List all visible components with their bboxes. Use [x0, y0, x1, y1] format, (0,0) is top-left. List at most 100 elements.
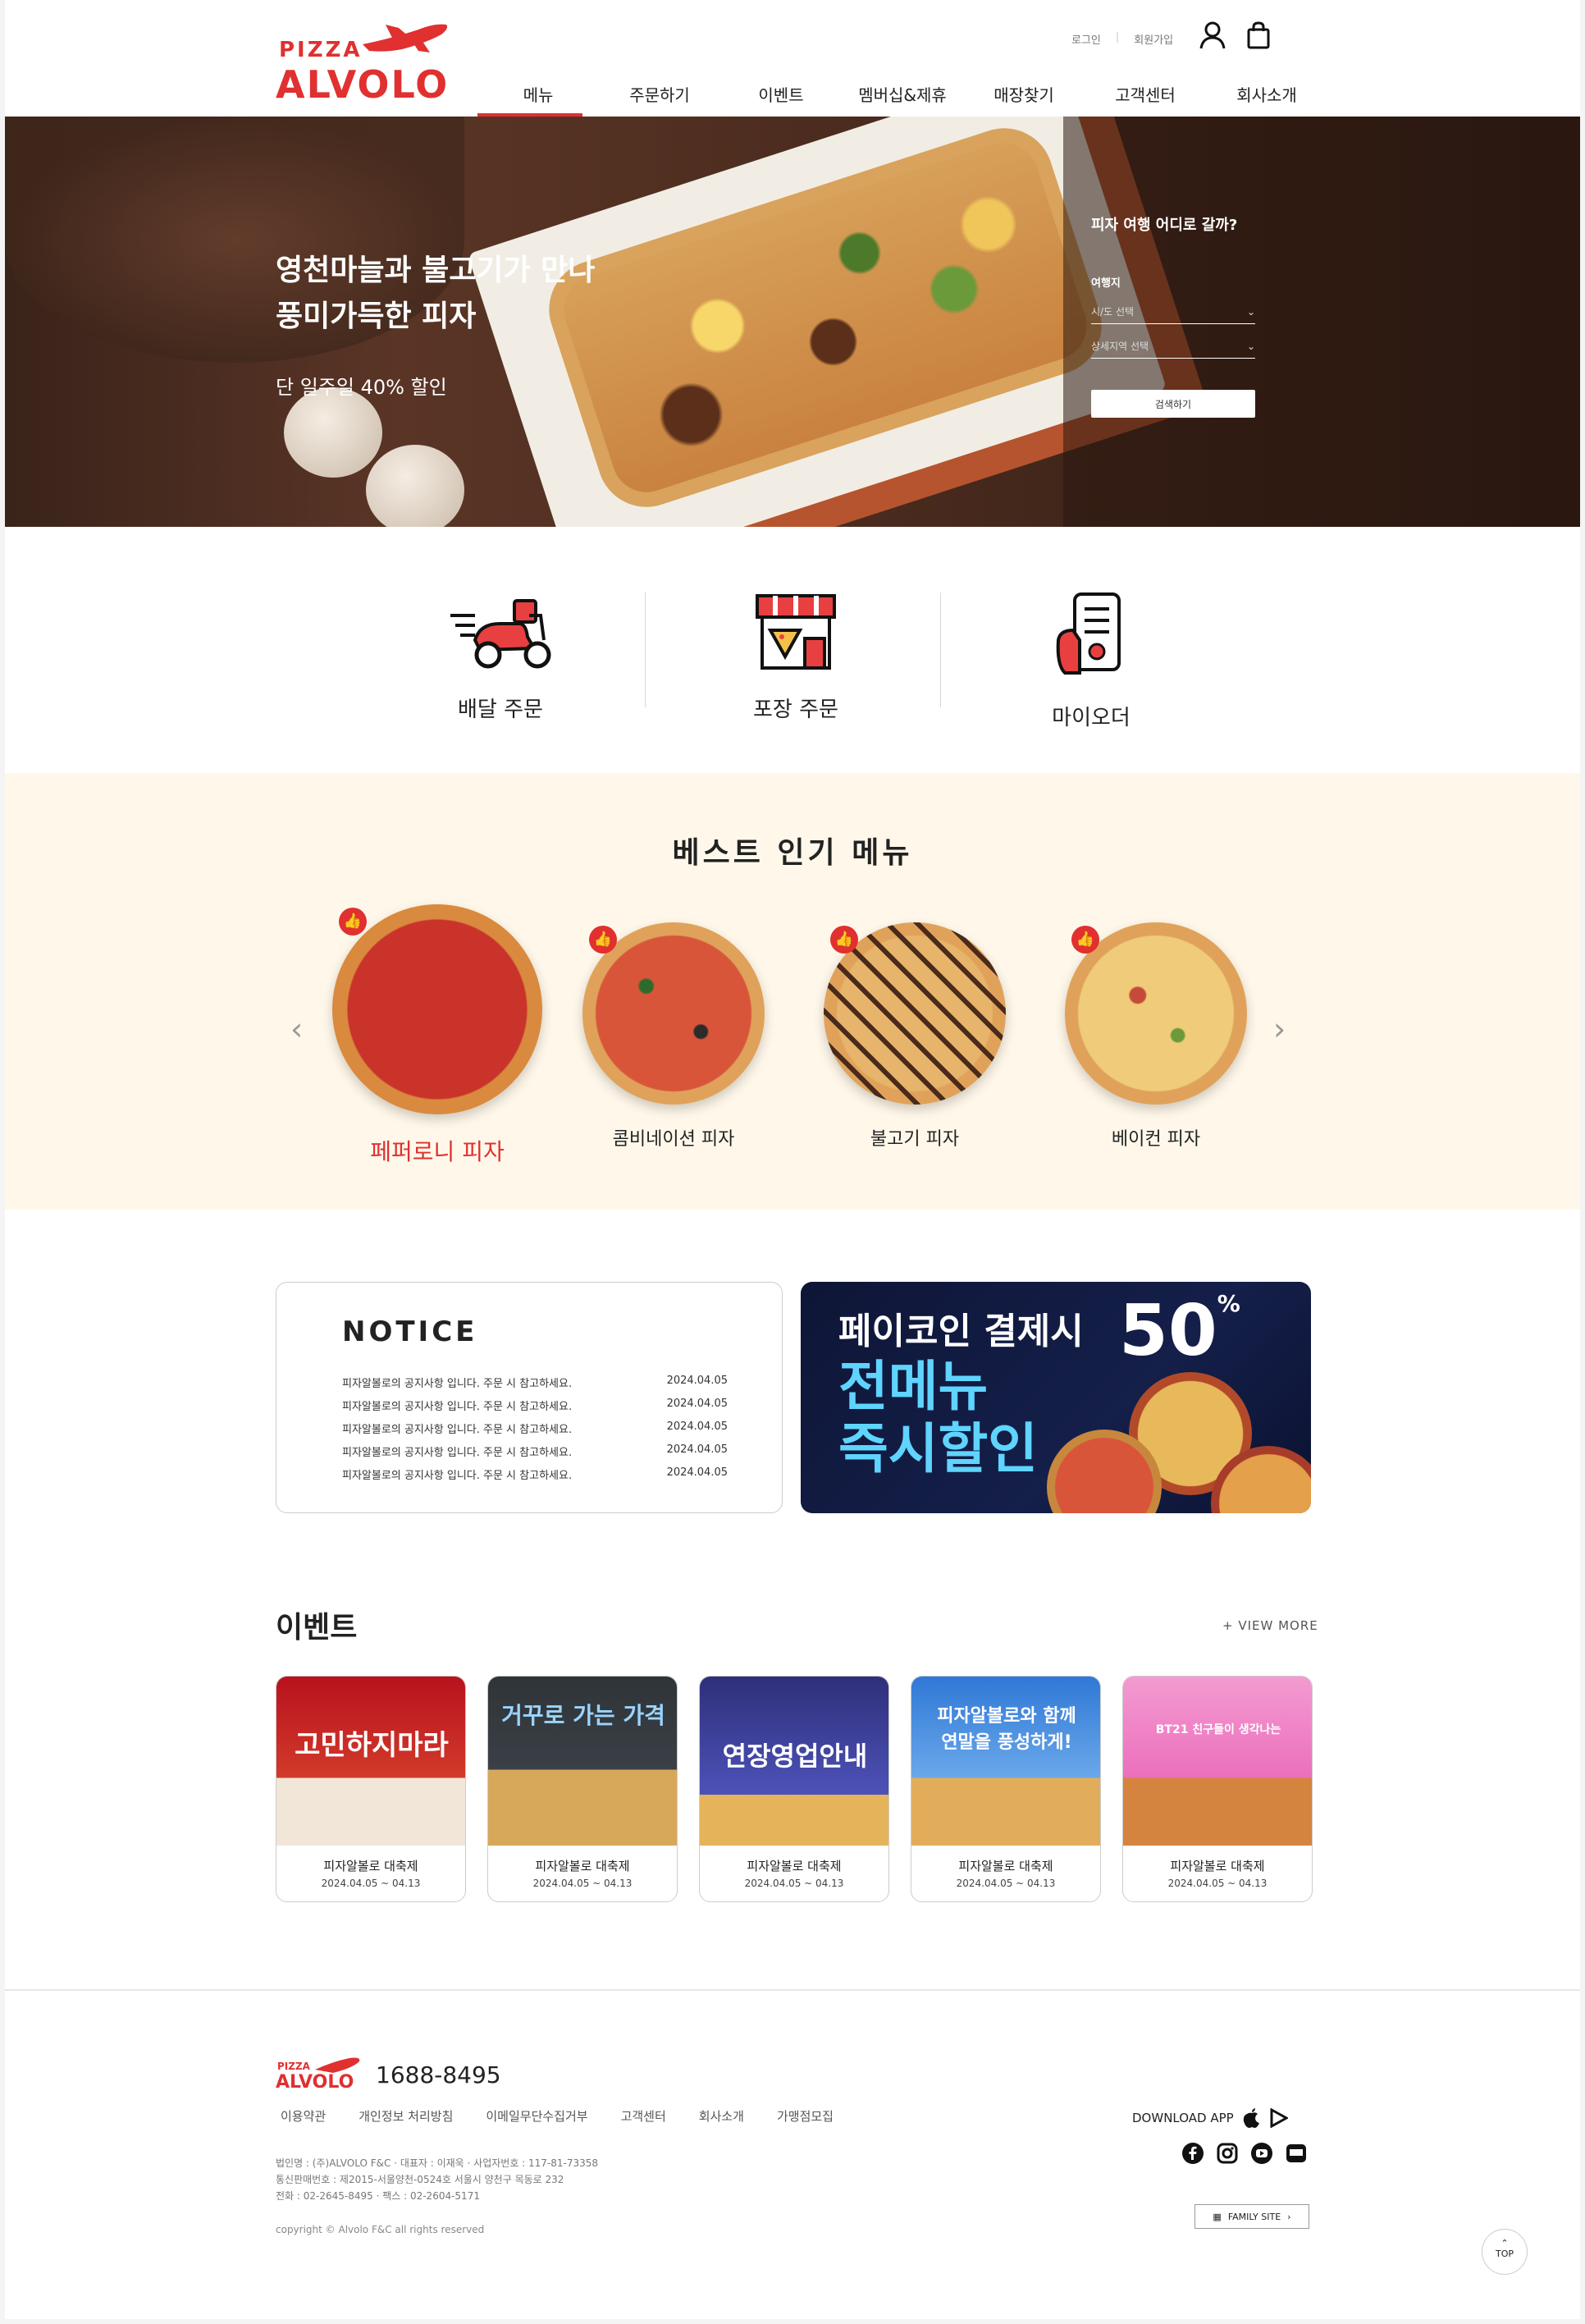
nav-company[interactable]: 회사소개: [1206, 74, 1327, 117]
airplane-logo-icon: [363, 24, 448, 53]
footer-phone: 1688-8495: [376, 2061, 501, 2088]
notice-date: 2024.04.05: [666, 1398, 728, 1410]
top-links: 로그인 | 회원가입: [1071, 31, 1173, 47]
event-card[interactable]: 고민하지마라 피자알볼로 대축제 2024.04.05 ~ 04.13: [276, 1676, 466, 1902]
best-item-bulgogi[interactable]: 👍 불고기 피자: [820, 922, 1009, 1151]
google-play-icon[interactable]: [1270, 2108, 1288, 2128]
shopping-bag-icon[interactable]: [1247, 21, 1270, 49]
nav-store-finder[interactable]: 매장찾기: [963, 74, 1085, 117]
my-order-button[interactable]: 마이오더: [968, 591, 1214, 731]
blog-icon[interactable]: [1285, 2142, 1308, 2165]
footer-link-franchise[interactable]: 가맹점모집: [777, 2107, 834, 2125]
divider: [940, 592, 941, 707]
event-banner-image: 연장영업안내: [700, 1677, 888, 1846]
footer-link-email-policy[interactable]: 이메일무단수집거부: [486, 2107, 587, 2125]
event-banner-text: 연장영업안내: [722, 1741, 868, 1772]
notice-row[interactable]: 피자알볼로의 공지사항 입니다. 주문 시 참고하세요. 2024.04.05: [342, 1466, 728, 1489]
notice-text: 피자알볼로의 공지사항 입니다. 주문 시 참고하세요.: [342, 1424, 573, 1436]
notice-date: 2024.04.05: [666, 1375, 728, 1387]
footer-link-company[interactable]: 회사소개: [699, 2107, 744, 2125]
scroll-top-label: TOP: [1495, 2249, 1514, 2259]
footer-logo[interactable]: PIZZA ALVOLO: [276, 2055, 366, 2094]
event-card[interactable]: BT21 친구들이 생각나는 피자알볼로 대축제 2024.04.05 ~ 04…: [1122, 1676, 1313, 1902]
company-info-line: 통신판매번호 : 제2015-서울양천-0524호 서울시 양천구 목동로 23…: [276, 2174, 564, 2185]
best-item-bacon[interactable]: 👍 베이컨 피자: [1062, 922, 1250, 1151]
footer-link-privacy[interactable]: 개인정보 처리방침: [359, 2107, 453, 2125]
chevron-right-icon: ›: [1287, 2211, 1291, 2222]
nav-order[interactable]: 주문하기: [599, 74, 720, 117]
hero-line1: 영천마늘과 불고기가 만나: [276, 254, 596, 287]
notice-box: NOTICE 피자알볼로의 공지사항 입니다. 주문 시 참고하세요. 2024.…: [276, 1282, 783, 1513]
pickup-order-button[interactable]: 포장 주문: [673, 591, 919, 723]
promo-line2: 전메뉴: [838, 1355, 989, 1418]
scroll-top-button[interactable]: ⌃ TOP: [1482, 2229, 1528, 2275]
event-card[interactable]: 피자알볼로와 함께 연말을 풍성하게! 피자알볼로 대축제 2024.04.05…: [911, 1676, 1101, 1902]
family-site-select[interactable]: ▦ FAMILY SITE ›: [1194, 2204, 1309, 2229]
paycoin-promo-banner[interactable]: 페이코인 결제시 전메뉴 즉시할인 50%: [801, 1282, 1311, 1513]
event-date: 2024.04.05 ~ 04.13: [532, 1878, 633, 1889]
best-item-pepperoni[interactable]: 👍 페퍼로니 피자: [327, 904, 548, 1167]
hero-banner[interactable]: 영천마늘과 불고기가 만나 풍미가득한 피자 단 일주일 40% 할인 피자 여…: [5, 117, 1580, 527]
delivery-order-button[interactable]: 배달 주문: [377, 591, 623, 723]
region-select[interactable]: 시/도 선택 ⌄: [1091, 300, 1255, 324]
event-banner-text: BT21 친구들이 생각나는: [1155, 1723, 1281, 1736]
notice-text: 피자알볼로의 공지사항 입니다. 주문 시 참고하세요.: [342, 1470, 573, 1482]
nav-membership[interactable]: 멤버십&제휴: [842, 74, 963, 117]
site-footer: PIZZA ALVOLO 1688-8495 이용약관 개인정보 처리방침 이메…: [5, 1989, 1580, 2319]
footer-logo-icon: PIZZA ALVOLO: [276, 2057, 360, 2093]
divider: [645, 592, 646, 707]
event-caption: 피자알볼로 대축제: [958, 1859, 1053, 1873]
nav-customer-center[interactable]: 고객센터: [1085, 74, 1206, 117]
youtube-icon[interactable]: [1250, 2142, 1273, 2165]
user-icon[interactable]: [1199, 21, 1226, 49]
nav-menu[interactable]: 메뉴: [477, 74, 599, 117]
carousel-prev-button[interactable]: ‹: [290, 1011, 303, 1047]
nav-event[interactable]: 이벤트: [720, 74, 842, 117]
footer-link-terms[interactable]: 이용약관: [281, 2107, 326, 2125]
page: PIZZA ALVOLO 로그인 | 회원가입 메뉴 주문하기 이벤트 멤버십&…: [5, 0, 1580, 2319]
district-select[interactable]: 상세지역 선택 ⌄: [1091, 334, 1255, 359]
company-info-line: 법인명 : (주)ALVOLO F&C · 대표자 : 이재욱 · 사업자번호 …: [276, 2157, 599, 2169]
footer-link-customer-center[interactable]: 고객센터: [621, 2107, 666, 2125]
my-order-label: 마이오더: [1052, 706, 1131, 730]
facebook-icon[interactable]: [1181, 2142, 1204, 2165]
events-title: 이벤트: [276, 1611, 358, 1645]
event-card[interactable]: 거꾸로 가는 가격 피자알볼로 대축제 2024.04.05 ~ 04.13: [487, 1676, 678, 1902]
view-more-link[interactable]: + VIEW MORE: [1222, 1618, 1318, 1633]
login-link[interactable]: 로그인: [1071, 31, 1101, 47]
event-date: 2024.04.05 ~ 04.13: [744, 1878, 844, 1889]
notice-text: 피자알볼로의 공지사항 입니다. 주문 시 참고하세요.: [342, 1447, 573, 1459]
notice-date: 2024.04.05: [666, 1420, 728, 1433]
best-menu-title: 베스트 인기 메뉴: [672, 836, 913, 870]
signup-link[interactable]: 회원가입: [1134, 31, 1173, 47]
copyright: copyright © Alvolo F&C all rights reserv…: [276, 2224, 485, 2235]
alvolo-logo[interactable]: PIZZA ALVOLO: [276, 20, 456, 107]
main-nav: 메뉴 주문하기 이벤트 멤버십&제휴 매장찾기 고객센터 회사소개: [477, 74, 1327, 117]
scooter-icon: [450, 599, 551, 669]
carousel-next-button[interactable]: ›: [1273, 1011, 1286, 1047]
notice-row[interactable]: 피자알볼로의 공지사항 입니다. 주문 시 참고하세요. 2024.04.05: [342, 1375, 728, 1398]
event-date: 2024.04.05 ~ 04.13: [321, 1878, 421, 1889]
promo-percent: 50%: [1119, 1290, 1240, 1372]
notice-row[interactable]: 피자알볼로의 공지사항 입니다. 주문 시 참고하세요. 2024.04.05: [342, 1443, 728, 1466]
svg-text:ALVOLO: ALVOLO: [276, 2072, 354, 2091]
apple-icon[interactable]: [1242, 2107, 1262, 2129]
event-card[interactable]: 연장영업안내 피자알볼로 대축제 2024.04.05 ~ 04.13: [699, 1676, 889, 1902]
finder-label: 여행지: [1091, 277, 1121, 290]
best-item-combination[interactable]: 👍 콤비네이션 피자: [579, 922, 768, 1151]
instagram-icon[interactable]: [1216, 2142, 1239, 2165]
garlic-image: [366, 445, 464, 527]
event-banner-text: 고민하지마라: [295, 1729, 449, 1762]
family-site-label: FAMILY SITE: [1227, 2211, 1281, 2222]
event-banner-image: 피자알볼로와 함께 연말을 풍성하게!: [911, 1677, 1100, 1846]
notice-row[interactable]: 피자알볼로의 공지사항 입니다. 주문 시 참고하세요. 2024.04.05: [342, 1420, 728, 1443]
region-select-value: 시/도 선택: [1091, 306, 1135, 318]
search-button[interactable]: 검색하기: [1091, 390, 1255, 418]
notice-row[interactable]: 피자알볼로의 공지사항 입니다. 주문 시 참고하세요. 2024.04.05: [342, 1398, 728, 1420]
pepperoni-pizza-image: 👍: [332, 904, 542, 1114]
combination-pizza-image: 👍: [582, 922, 765, 1105]
footer-links: 이용약관 개인정보 처리방침 이메일무단수집거부 고객센터 회사소개 가맹점모집: [281, 2107, 834, 2125]
best-item-label: 불고기 피자: [870, 1129, 960, 1150]
sns-links: [1181, 2142, 1308, 2165]
svg-text:PIZZA: PIZZA: [277, 2061, 311, 2072]
